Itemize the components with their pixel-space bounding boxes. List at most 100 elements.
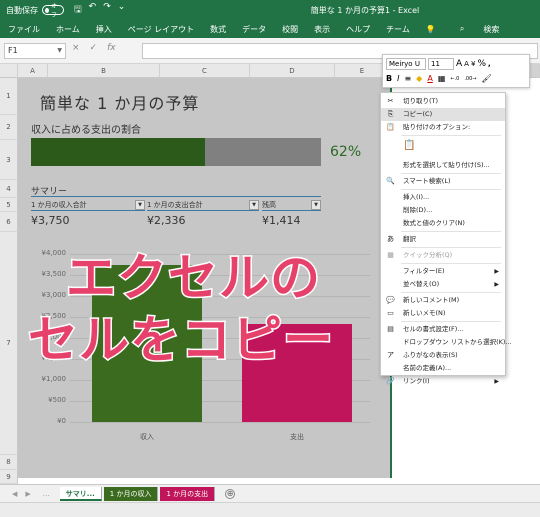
- menu-item-icon: 🔗: [386, 377, 395, 385]
- ribbon-tab[interactable]: 挿入: [88, 24, 120, 35]
- row-header[interactable]: 8: [0, 455, 18, 470]
- menu-item-icon: ✂: [387, 97, 394, 105]
- context-menu-item[interactable]: 数式と値のクリア(N): [381, 217, 505, 230]
- ribbon-tab[interactable]: ヘルプ: [338, 24, 378, 35]
- ribbon-tab[interactable]: チーム: [378, 24, 418, 35]
- context-menu-item[interactable]: ✂ 切り取り(T): [381, 95, 505, 108]
- column-header[interactable]: C: [160, 64, 250, 78]
- menu-item-label: セルの書式設定(F)...: [403, 325, 464, 333]
- ribbon-tab[interactable]: ページ レイアウト: [120, 24, 202, 35]
- cancel-icon[interactable]: ×: [72, 43, 80, 53]
- menu-item-label: コピー(C): [403, 110, 433, 118]
- search-box[interactable]: ⌕ 検索: [444, 24, 515, 35]
- sheet-tab[interactable]: サマリ...: [59, 486, 102, 501]
- name-box[interactable]: F1 ▼: [4, 43, 66, 59]
- menu-item-label: 名前の定義(A)...: [403, 364, 452, 372]
- summary-divider: [31, 196, 321, 197]
- menu-separator: [401, 263, 501, 264]
- menu-item-label: 数式と値のクリア(N): [403, 219, 465, 227]
- column-header[interactable]: B: [48, 64, 160, 78]
- context-menu-item[interactable]: 並べ替え(O) ▶: [381, 278, 505, 291]
- more-sheets-icon[interactable]: …: [43, 490, 50, 498]
- row-header[interactable]: 5: [0, 198, 18, 212]
- font-name-box[interactable]: Meiryo U: [386, 58, 426, 70]
- context-menu-item[interactable]: 削除(D)...: [381, 204, 505, 217]
- grow-font-icon[interactable]: A: [456, 59, 462, 69]
- context-menu-item[interactable]: あ 翻訳: [381, 233, 505, 246]
- menu-item-icon: 💬: [386, 296, 395, 304]
- row-header[interactable]: 6: [0, 212, 18, 232]
- column-header[interactable]: A: [18, 64, 48, 78]
- ribbon-tab[interactable]: データ: [234, 24, 274, 35]
- comma-style-icon[interactable]: ,: [488, 60, 491, 68]
- context-menu-item[interactable]: ア ふりがなの表示(S): [381, 349, 505, 362]
- borders-icon[interactable]: ▦: [438, 74, 446, 83]
- filter-dropdown-icon[interactable]: ▼: [135, 200, 145, 210]
- context-menu-item[interactable]: 📋 貼り付けのオプション:: [381, 121, 505, 134]
- document-title: 簡単な 1 か月の予算1 - Excel: [310, 6, 420, 15]
- italic-icon[interactable]: I: [397, 74, 399, 83]
- column-header[interactable]: D: [250, 64, 335, 78]
- sheet-tab[interactable]: 1 か月の支出: [160, 486, 216, 501]
- context-menu-item[interactable]: 名前の定義(A)...: [381, 362, 505, 375]
- menu-item-label: スマート検索(L): [403, 177, 451, 185]
- context-menu-item[interactable]: ドロップダウン リストから選択(K)...: [381, 336, 512, 349]
- menu-item-label: 削除(D)...: [403, 206, 433, 214]
- menu-item-label: 挿入(I)...: [403, 193, 430, 201]
- context-menu-item[interactable]: 🔍 スマート検索(L): [381, 175, 505, 188]
- income-total-value: ¥3,750: [31, 214, 70, 227]
- bold-icon[interactable]: B: [386, 74, 392, 83]
- lightbulb-icon[interactable]: 💡: [418, 25, 444, 34]
- row-header[interactable]: 3: [0, 140, 18, 180]
- ratio-bar-fill: [31, 138, 205, 166]
- sheet-tab-bar: ◀ ▶ … サマリ... 1 か月の収入 1 か月の支出 ⊕: [0, 484, 540, 502]
- context-menu-item[interactable]: 📋: [381, 137, 505, 159]
- ribbon-tab[interactable]: 校閲: [274, 24, 306, 35]
- menu-item-icon: 📋: [403, 140, 416, 151]
- font-color-icon[interactable]: A: [427, 74, 432, 83]
- row-header[interactable]: 1: [0, 78, 18, 115]
- x-tick-label: 支出: [290, 433, 304, 441]
- context-menu-item[interactable]: ▤ セルの書式設定(F)...: [381, 323, 505, 336]
- font-size-box[interactable]: 11: [428, 58, 454, 70]
- filter-dropdown-icon[interactable]: ▼: [311, 200, 321, 210]
- add-sheet-icon[interactable]: ⊕: [225, 488, 236, 499]
- ribbon-tab[interactable]: 表示: [306, 24, 338, 35]
- menu-separator: [401, 321, 501, 322]
- chevron-down-icon[interactable]: ▼: [57, 44, 62, 58]
- menu-item-label: ふりがなの表示(S): [403, 351, 458, 359]
- ribbon-tab[interactable]: ホーム: [48, 24, 88, 35]
- decrease-decimal-icon[interactable]: .00→: [464, 76, 476, 82]
- percent-icon[interactable]: %: [477, 59, 486, 69]
- filter-dropdown-icon[interactable]: ▼: [249, 200, 259, 210]
- increase-decimal-icon[interactable]: ←.0: [450, 76, 459, 82]
- fill-color-icon[interactable]: ◆: [416, 74, 422, 83]
- context-menu-item[interactable]: フィルター(E) ▶: [381, 265, 505, 278]
- expense-total-header: 1 か月の支出合計 ▼: [147, 200, 259, 211]
- context-menu-item[interactable]: 💬 新しいコメント(M): [381, 294, 505, 307]
- context-menu-item: ▦ クイック分析(Q): [381, 249, 505, 262]
- context-menu-item[interactable]: 形式を選択して貼り付け(S)...: [381, 159, 505, 172]
- sheet-tab[interactable]: 1 か月の収入: [103, 486, 159, 501]
- context-menu-item[interactable]: 🔗 リンク(I) ▶: [381, 375, 505, 388]
- row-header[interactable]: 7: [0, 232, 18, 455]
- next-sheet-icon[interactable]: ▶: [25, 490, 30, 498]
- ribbon-tab[interactable]: 数式: [202, 24, 234, 35]
- context-menu-item[interactable]: ▭ 新しいメモ(N): [381, 307, 505, 320]
- align-center-icon[interactable]: ≡: [404, 74, 411, 83]
- enter-icon[interactable]: ✓: [90, 43, 98, 53]
- currency-icon[interactable]: ¥: [471, 60, 475, 68]
- select-all-corner[interactable]: [0, 64, 18, 78]
- submenu-arrow-icon: ▶: [494, 378, 499, 385]
- row-header[interactable]: 4: [0, 180, 18, 198]
- format-painter-icon[interactable]: 🖌: [482, 74, 492, 83]
- insert-function-icon[interactable]: fx: [107, 43, 116, 53]
- prev-sheet-icon[interactable]: ◀: [12, 490, 17, 498]
- context-menu-item[interactable]: 挿入(I)...: [381, 191, 505, 204]
- ribbon-tab[interactable]: ファイル: [0, 24, 48, 35]
- row-header[interactable]: 2: [0, 115, 18, 140]
- context-menu-item[interactable]: ⎘ コピー(C): [381, 108, 505, 121]
- row-header[interactable]: 9: [0, 470, 18, 484]
- menu-item-icon: 📋: [386, 123, 395, 131]
- shrink-font-icon[interactable]: A: [464, 60, 469, 68]
